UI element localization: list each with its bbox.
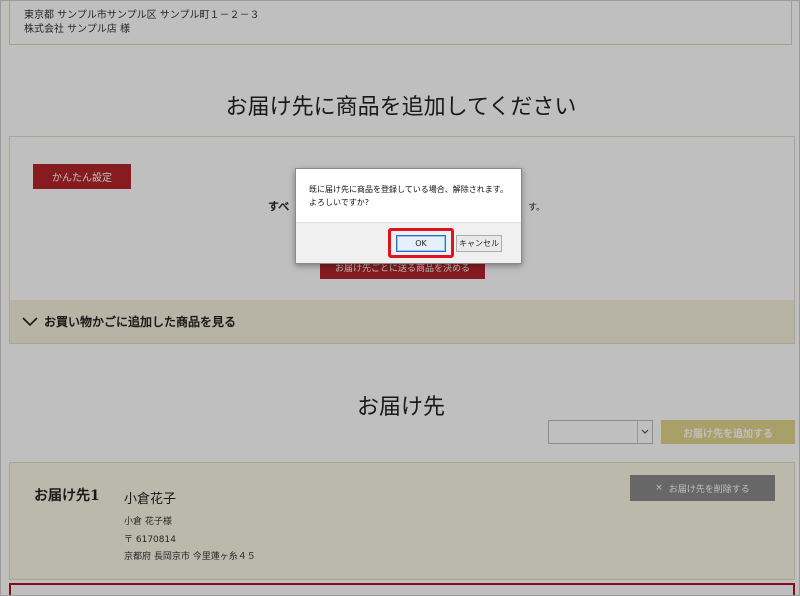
dialog-message-line-2: よろしいですか? bbox=[309, 198, 370, 207]
ok-button[interactable]: OK bbox=[396, 235, 446, 252]
cancel-button[interactable]: キャンセル bbox=[456, 235, 502, 252]
dialog-message: 既に届け先に商品を登録している場合、解除されます。 よろしいですか? bbox=[309, 183, 508, 209]
modal-overlay bbox=[1, 1, 799, 595]
dialog-footer: OK キャンセル bbox=[296, 222, 521, 263]
dialog-message-line-1: 既に届け先に商品を登録している場合、解除されます。 bbox=[309, 185, 508, 194]
browser-frame: 東京都 サンプル市サンプル区 サンプル町１－２－３ 株式会社 サンプル店 様 お… bbox=[0, 0, 800, 596]
confirm-dialog: 既に届け先に商品を登録している場合、解除されます。 よろしいですか? OK キャ… bbox=[295, 168, 522, 264]
